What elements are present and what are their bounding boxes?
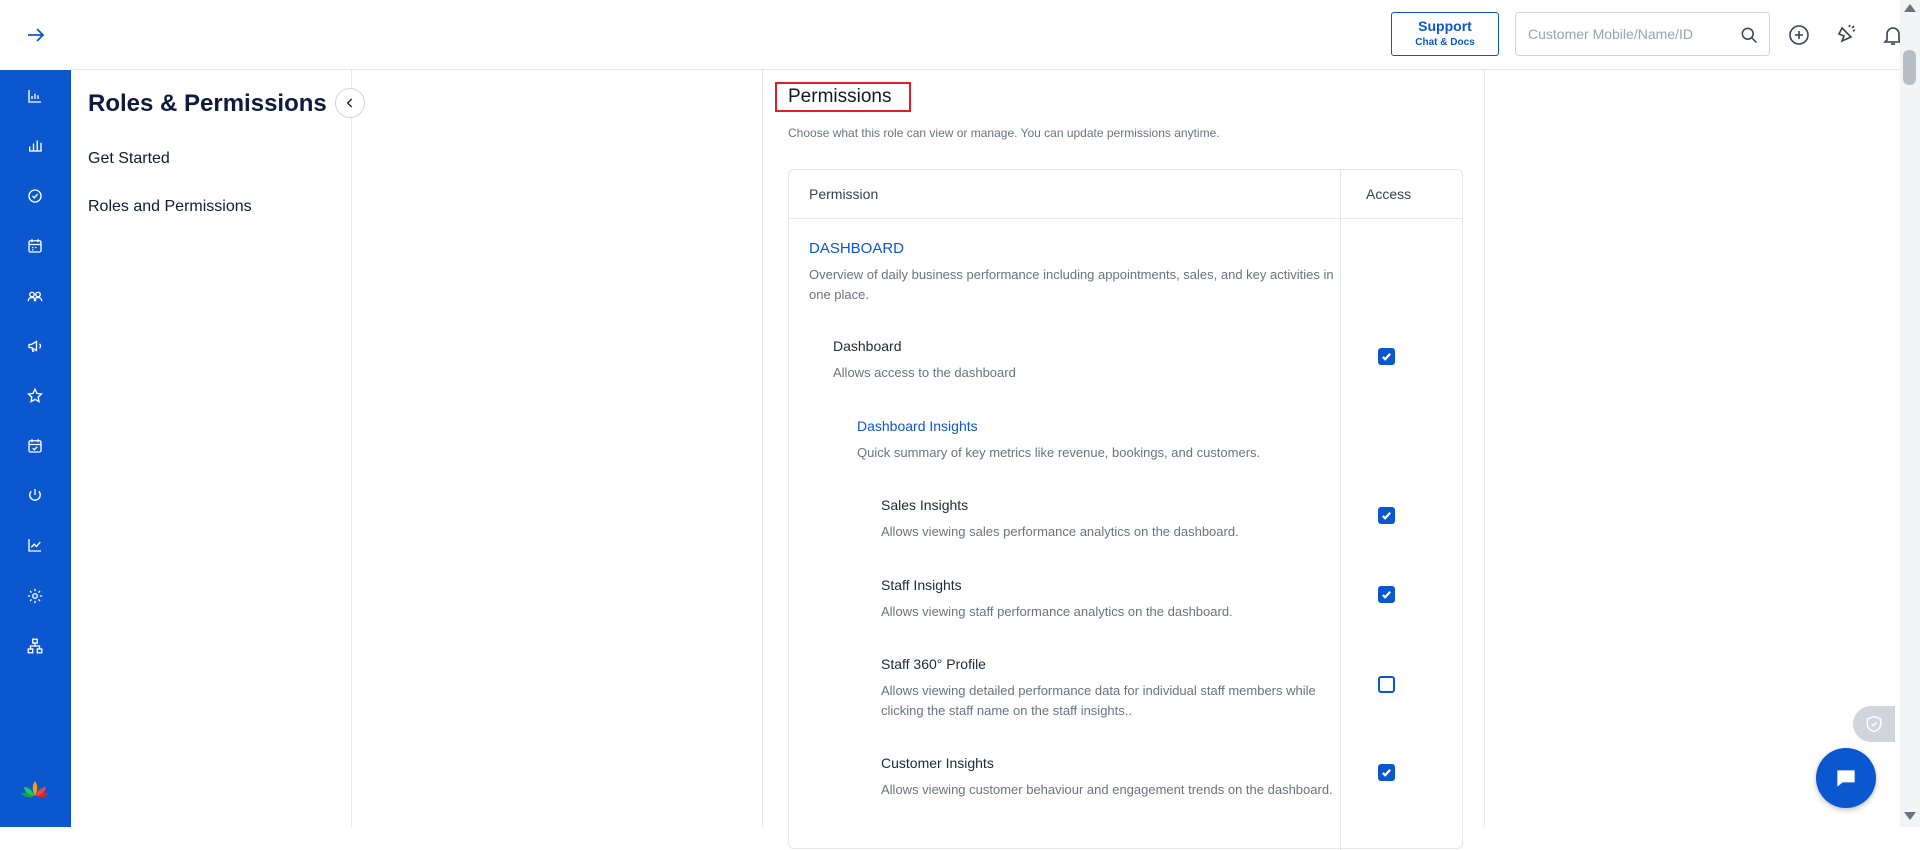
permission-desc-staff-360-profile: Allows viewing detailed performance data… [881,683,1316,718]
section-desc-dashboard: Overview of daily business performance i… [809,267,1334,302]
rail-nav [0,70,71,827]
calendar-icon[interactable] [24,235,46,257]
scroll-up-arrow[interactable] [1904,4,1916,12]
permission-desc-dashboard: Allows access to the dashboard [833,365,1016,380]
check-icon [1382,769,1391,777]
support-button[interactable]: Support Chat & Docs [1391,12,1499,56]
marketing-icon[interactable] [24,335,46,357]
dashboard-icon[interactable] [24,85,46,107]
settings-sidebar: Roles & Permissions Get Started Roles an… [71,70,365,827]
analytics-icon[interactable] [24,534,46,556]
support-sublabel: Chat & Docs [1415,37,1475,48]
permission-desc-sales-insights: Allows viewing sales performance analyti… [881,524,1239,539]
permission-desc-staff-insights: Allows viewing staff performance analyti… [881,604,1233,619]
column-divider [1340,170,1341,850]
sidebar-item-get-started[interactable]: Get Started [88,150,170,168]
icon-rail [0,0,71,827]
support-label: Support [1418,18,1472,34]
column-header-permission: Permission [809,186,879,202]
checkbox-staff-insights[interactable] [1378,586,1395,603]
check-icon [1382,591,1391,599]
permissions-panel: Permissions Choose what this role can vi… [762,70,1485,850]
reports-icon[interactable] [24,134,46,156]
sidebar-item-roles-and-permissions[interactable]: Roles and Permissions [88,198,252,216]
services-icon[interactable] [24,484,46,506]
chat-icon [1837,770,1855,787]
section-title-dashboard[interactable]: DASHBOARD [809,240,904,257]
arrow-right-icon [27,28,44,42]
add-icon[interactable] [1787,23,1811,47]
sidebar-title: Roles & Permissions [88,90,327,117]
settings-icon[interactable] [24,585,46,607]
check-icon [1382,512,1391,520]
appointments-icon[interactable] [24,435,46,457]
chevron-left-icon [346,98,353,108]
check-icon [1382,353,1391,361]
permissions-table: Permission Access DASHBOARD Overview of … [788,169,1463,850]
permission-title-customer-insights: Customer Insights [881,755,994,771]
reviews-icon[interactable] [24,385,46,407]
organization-icon[interactable] [24,635,46,657]
checkbox-dashboard[interactable] [1378,348,1395,365]
permission-title-staff-insights: Staff Insights [881,577,962,593]
permission-title-staff-360-profile: Staff 360° Profile [881,656,986,672]
permission-desc-customer-insights: Allows viewing customer behaviour and en… [881,782,1333,797]
search-input[interactable] [1528,23,1728,45]
brand-logo [21,781,49,798]
group-desc-dashboard-insights: Quick summary of key metrics like revenu… [857,445,1261,460]
top-header: Support Chat & Docs [71,0,1903,70]
checkbox-staff-360-profile[interactable] [1378,676,1395,693]
expand-menu-button[interactable] [0,0,71,70]
page-subtitle: Choose what this role can view or manage… [788,126,1220,140]
page-title: Permissions [788,86,892,107]
header-divider [789,218,1462,219]
checkbox-customer-insights[interactable] [1378,764,1395,781]
customers-icon[interactable] [24,285,46,307]
announcements-icon[interactable] [1834,23,1858,47]
shield-icon [1866,715,1882,733]
collapse-sidebar-button[interactable] [335,88,365,118]
group-title-dashboard-insights[interactable]: Dashboard Insights [857,418,978,434]
customer-search [1515,12,1770,56]
column-header-access: Access [1366,186,1412,202]
page-scrollbar[interactable] [1900,0,1920,827]
security-widget[interactable] [1853,706,1895,742]
chat-button[interactable] [1816,748,1876,808]
tasks-icon[interactable] [24,185,46,207]
permission-title-sales-insights: Sales Insights [881,497,969,513]
checkbox-sales-insights[interactable] [1378,507,1395,524]
scroll-down-arrow[interactable] [1904,812,1916,820]
permission-title-dashboard: Dashboard [833,338,902,354]
scrollbar-thumb[interactable] [1903,50,1916,85]
search-icon[interactable] [1739,25,1759,45]
